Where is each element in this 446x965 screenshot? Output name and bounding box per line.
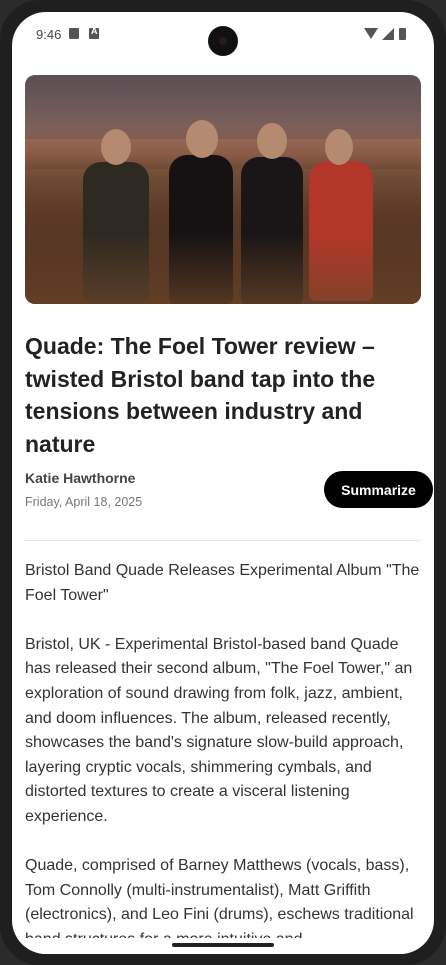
article-author: Katie Hawthorne [25, 470, 136, 486]
screen: 9:46 Quade: The [12, 12, 434, 954]
status-time: 9:46 [36, 27, 62, 42]
sim-card-icon [69, 28, 79, 39]
article-body: Bristol Band Quade Releases Experimental… [25, 559, 421, 954]
app-notification-icon [89, 26, 99, 39]
article-paragraph: Bristol, UK - Experimental Bristol-based… [25, 635, 413, 825]
wifi-icon [364, 28, 378, 39]
band-member-3-head [257, 123, 287, 159]
home-indicator[interactable] [172, 943, 274, 947]
status-icons [364, 28, 414, 40]
phone-frame: 9:46 Quade: The [0, 0, 446, 965]
status-bar: 9:46 [12, 12, 434, 56]
front-camera [208, 26, 238, 56]
article-date: Friday, April 18, 2025 [25, 495, 143, 509]
divider [25, 540, 421, 541]
hero-grass [25, 234, 421, 304]
summarize-button[interactable]: Summarize [324, 471, 433, 508]
band-member-2-head [186, 120, 218, 158]
band-member-4-head [325, 129, 353, 165]
article-hero-image [25, 75, 421, 304]
cell-signal-icon [382, 28, 394, 40]
article-paragraph: Bristol Band Quade Releases Experimental… [25, 562, 420, 604]
band-member-1-head [101, 129, 131, 165]
battery-icon [399, 28, 406, 40]
gesture-nav-bar [12, 938, 434, 954]
article-title: Quade: The Foel Tower review – twisted B… [25, 333, 376, 457]
